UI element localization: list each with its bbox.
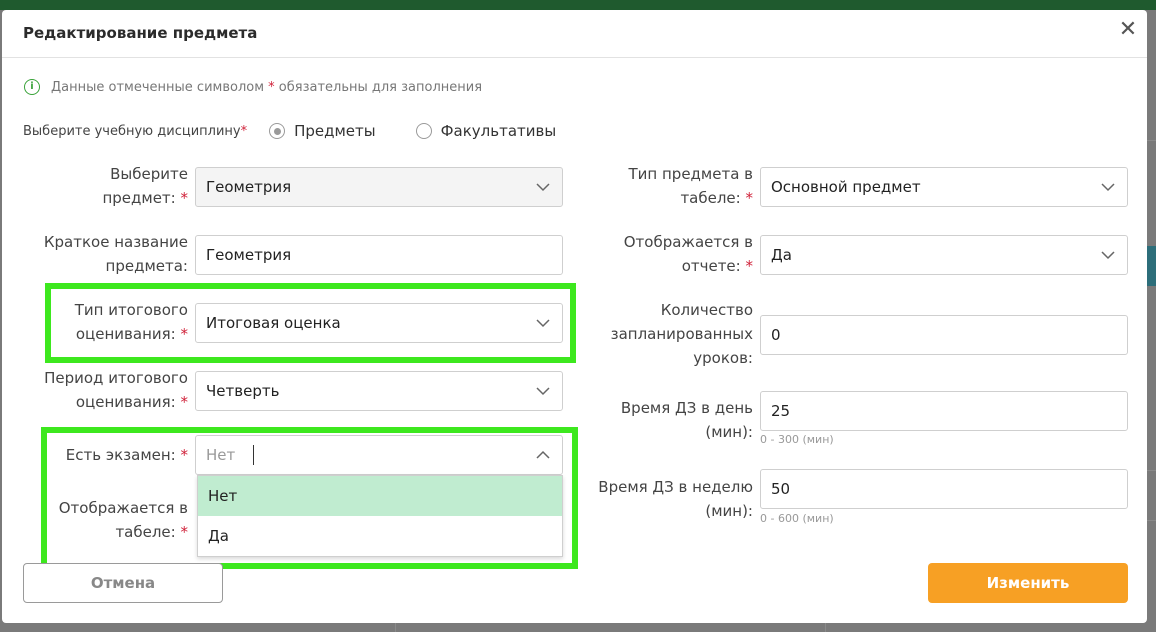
lessons-input[interactable]: 0 [760,315,1128,355]
info-icon: i [24,79,40,95]
exam-dropdown-menu: Нет Да [197,475,563,557]
exam-select[interactable]: Нет [195,435,563,475]
hw-day-input[interactable]: 25 [760,391,1128,431]
required-notice: i Данные отмеченные символом * обязатель… [24,79,482,95]
submit-button[interactable]: Изменить [928,563,1128,603]
subject-label: Выберите предмет: * [102,165,188,207]
hw-day-hint: 0 - 300 (мин) [760,433,834,446]
hw-week-label: Время ДЗ в неделю (мин): [598,478,753,520]
modal-title: Редактирование предмета [23,24,258,42]
text-caret [253,445,255,465]
dropdown-option-no[interactable]: Нет [198,476,562,516]
grade-period-label: Период итогового оценивания: * [44,369,188,411]
discipline-selector: Выберите учебную дисциплину* Предметы Фа… [23,122,556,140]
background-divider [1147,470,1156,471]
grade-type-select[interactable]: Итоговая оценка [195,303,563,343]
chevron-up-icon [536,450,550,459]
edit-subject-modal: Редактирование предмета ✕ i Данные отмеч… [2,10,1147,623]
grade-period-select[interactable]: Четверть [195,371,563,411]
chevron-down-icon [1101,183,1115,192]
hw-week-input[interactable]: 50 [760,469,1128,509]
in-report-select[interactable]: Да [760,235,1128,275]
dropdown-option-yes[interactable]: Да [198,516,562,556]
radio-label: Факультативы [440,122,557,140]
notice-text: Данные отмеченные символом * обязательны… [51,79,483,95]
chevron-down-icon [536,387,550,396]
close-icon[interactable]: ✕ [1117,19,1139,41]
short-name-input[interactable]: Геометрия [195,235,563,275]
modal-header: Редактирование предмета ✕ [2,10,1147,58]
grade-type-label: Тип итогового оценивания: * [74,301,188,343]
subject-type-label: Тип предмета в табеле: * [628,165,754,207]
background-divider [825,623,826,632]
radio-electives[interactable]: Факультативы [415,122,557,140]
radio-subjects[interactable]: Предметы [269,122,376,140]
exam-label: Есть экзамен: * [65,446,188,464]
subject-select[interactable]: Геометрия [195,167,563,207]
lessons-label: Количество запланированных уроков: [610,301,753,367]
background-divider [1147,140,1156,141]
subject-type-select[interactable]: Основной предмет [760,167,1128,207]
chevron-down-icon [536,183,550,192]
background-divider [395,623,396,632]
chevron-down-icon [1101,251,1115,260]
discipline-label: Выберите учебную дисциплину* [23,123,248,139]
chevron-down-icon [536,319,550,328]
background-divider [1147,520,1156,521]
in-register-label: Отображается в табеле: * [58,499,188,541]
radio-button[interactable] [415,123,432,139]
background-header [0,0,1156,10]
short-name-label: Краткое название предмета: [43,233,188,275]
radio-label: Предметы [294,122,376,140]
cancel-button[interactable]: Отмена [23,563,223,603]
in-report-label: Отображается в отчете: * [623,233,753,275]
hw-day-label: Время ДЗ в день (мин): [620,399,753,441]
hw-week-hint: 0 - 600 (мин) [760,512,834,525]
radio-button[interactable] [269,123,286,139]
